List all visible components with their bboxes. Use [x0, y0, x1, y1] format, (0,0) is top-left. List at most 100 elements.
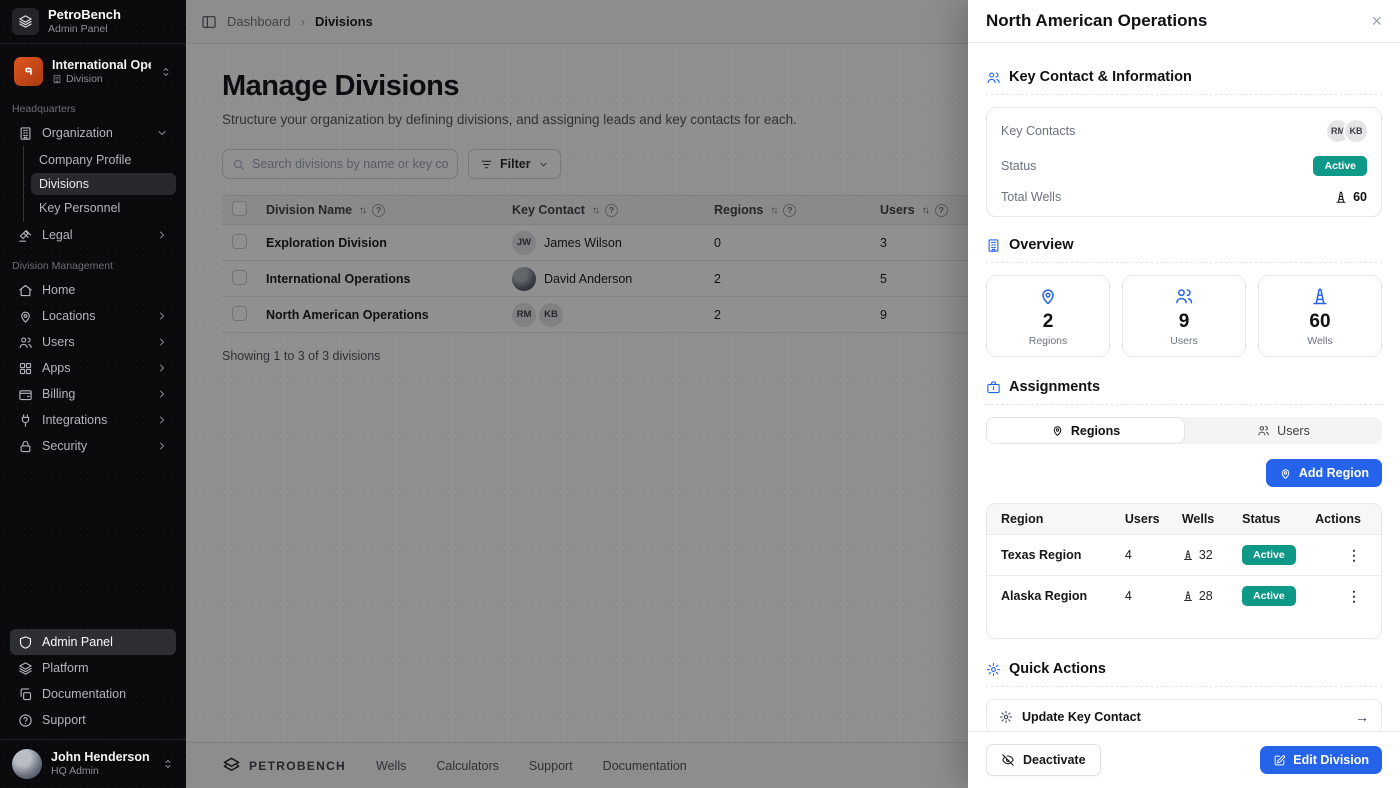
col-users: Users — [1125, 504, 1182, 534]
status-badge: Active — [1242, 545, 1296, 565]
sidebar-item-label: Support — [42, 713, 168, 727]
users-cell: 4 — [1125, 575, 1182, 616]
sidebar-item-locations[interactable]: Locations — [10, 303, 176, 329]
button-label: Update Key Contact — [1022, 710, 1141, 724]
drawer-header: North American Operations × — [968, 0, 1400, 43]
users-icon — [18, 335, 33, 350]
sidebar-item-label: Users — [42, 335, 147, 349]
row-label: Key Contacts — [1001, 124, 1075, 138]
sidebar-item-label: Platform — [42, 661, 168, 675]
brand-subtitle: Admin Panel — [48, 23, 121, 36]
documents-icon — [18, 687, 33, 702]
sidebar-item-platform[interactable]: Platform — [10, 655, 176, 681]
stat-label: Users — [1170, 335, 1197, 347]
arrow-right-icon: → — [1355, 709, 1369, 725]
tab-label: Users — [1277, 424, 1310, 438]
chevron-right-icon — [156, 362, 168, 374]
users-cell: 4 — [1125, 534, 1182, 575]
lock-icon — [18, 439, 33, 454]
chevron-right-icon — [156, 310, 168, 322]
nav-group-label-headquarters: Headquarters — [12, 103, 174, 115]
map-pin-icon — [1051, 424, 1064, 437]
status-row: Status Active — [987, 149, 1381, 183]
section-title: Quick Actions — [1009, 661, 1106, 677]
org-name: International Operatio — [52, 58, 151, 72]
regions-table: Region Users Wells Status Actions Texas … — [987, 504, 1381, 616]
row-label: Status — [1001, 159, 1036, 173]
sidebar-item-legal[interactable]: Legal — [10, 222, 176, 248]
edit-pencil-icon — [1273, 754, 1286, 767]
sidebar-item-admin-panel[interactable]: Admin Panel — [10, 629, 176, 655]
sidebar-item-security[interactable]: Security — [10, 433, 176, 459]
sidebar-item-users[interactable]: Users — [10, 329, 176, 355]
section-overview: Overview — [986, 237, 1382, 263]
row-label: Total Wells — [1001, 190, 1061, 204]
gear-icon — [999, 710, 1013, 724]
sidebar-item-organization[interactable]: Organization — [10, 120, 176, 146]
chevron-right-icon — [156, 388, 168, 400]
sidebar-item-key-personnel[interactable]: Key Personnel — [31, 197, 176, 219]
status-badge: Active — [1313, 156, 1367, 176]
chevron-right-icon — [156, 440, 168, 452]
section-assignments: Assignments — [986, 379, 1382, 405]
tab-regions[interactable]: Regions — [986, 417, 1185, 444]
gear-icon — [986, 662, 1001, 677]
button-label: Edit Division — [1293, 753, 1369, 767]
building-icon — [18, 126, 33, 141]
sidebar-item-divisions[interactable]: Divisions — [31, 173, 176, 195]
org-switcher[interactable]: International Operatio Division — [8, 52, 178, 91]
sidebar-brand: PetroBench Admin Panel — [0, 0, 186, 44]
stat-value: 9 — [1179, 311, 1190, 333]
briefcase-icon — [986, 380, 1001, 395]
sidebar-item-label: Integrations — [42, 413, 147, 427]
sidebar-item-apps[interactable]: Apps — [10, 355, 176, 381]
user-menu[interactable]: John Henderson HQ Admin — [0, 739, 186, 788]
sidebar-item-home[interactable]: Home — [10, 277, 176, 303]
user-role: HQ Admin — [51, 765, 153, 778]
eye-off-icon — [1001, 753, 1015, 767]
edit-division-button[interactable]: Edit Division — [1260, 746, 1382, 774]
stat-value: 60 — [1309, 311, 1330, 333]
wells-count: 60 — [1353, 190, 1367, 204]
col-wells: Wells — [1182, 504, 1242, 534]
table-header-row: Region Users Wells Status Actions — [987, 504, 1381, 534]
update-key-contact-button[interactable]: Update Key Contact → — [986, 699, 1382, 731]
apps-grid-icon — [18, 361, 33, 376]
organization-submenu: Company Profile Divisions Key Personnel — [23, 146, 176, 222]
row-actions-menu[interactable]: ⋮ — [1347, 588, 1361, 604]
wells-count: 32 — [1199, 548, 1213, 562]
section-title: Assignments — [1009, 379, 1100, 395]
drawer-body: Key Contact & Information Key Contacts R… — [968, 43, 1400, 731]
table-row: Texas Region 4 32 Active ⋮ — [987, 534, 1381, 575]
plug-icon — [18, 413, 33, 428]
stat-value: 2 — [1043, 311, 1054, 333]
deactivate-button[interactable]: Deactivate — [986, 744, 1101, 776]
building-icon — [986, 238, 1001, 253]
section-key-contact: Key Contact & Information — [986, 69, 1382, 95]
org-logo-icon — [14, 57, 43, 86]
close-button[interactable]: × — [1371, 12, 1382, 30]
oil-derrick-icon — [1334, 190, 1348, 204]
oil-derrick-icon — [1310, 286, 1330, 306]
sidebar-item-company-profile[interactable]: Company Profile — [31, 149, 176, 171]
map-pin-icon — [1038, 286, 1058, 306]
stat-card-regions: 2 Regions — [986, 275, 1110, 357]
add-region-button[interactable]: Add Region — [1266, 459, 1382, 487]
drawer-footer: Deactivate Edit Division — [968, 731, 1400, 788]
sidebar-item-label: Organization — [42, 126, 147, 140]
sidebar-item-integrations[interactable]: Integrations — [10, 407, 176, 433]
sidebar-item-label: Locations — [42, 309, 147, 323]
button-label: Deactivate — [1023, 753, 1086, 767]
petrobench-logo-icon — [12, 8, 39, 35]
tab-users[interactable]: Users — [1185, 417, 1382, 444]
sidebar-item-documentation[interactable]: Documentation — [10, 681, 176, 707]
sidebar-item-billing[interactable]: Billing — [10, 381, 176, 407]
row-actions-menu[interactable]: ⋮ — [1347, 547, 1361, 563]
region-name-cell: Texas Region — [987, 534, 1125, 575]
users-icon — [1174, 286, 1194, 306]
sidebar-item-label: Company Profile — [39, 153, 131, 167]
user-name: John Henderson — [51, 750, 153, 765]
sidebar-item-support[interactable]: Support — [10, 707, 176, 733]
help-circle-icon — [18, 713, 33, 728]
chevron-right-icon — [156, 414, 168, 426]
